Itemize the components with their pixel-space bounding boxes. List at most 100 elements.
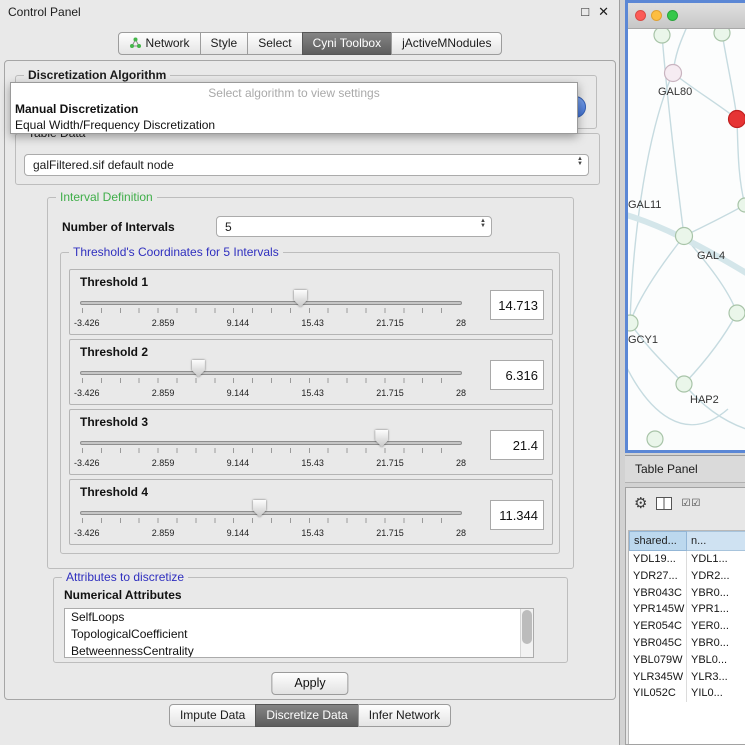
tab-style[interactable]: Style (200, 32, 249, 55)
float-window-icon[interactable]: □ (581, 4, 589, 20)
slider-handle[interactable] (294, 290, 307, 307)
slider-ticks (82, 518, 460, 523)
table-row[interactable]: YBR045C YBR0... (629, 635, 745, 652)
minimize-traffic-icon[interactable] (651, 10, 662, 21)
threshold-2-slider[interactable] (80, 358, 462, 386)
table-row[interactable]: YPR145W YPR1... (629, 601, 745, 618)
table-row[interactable]: YBR043C YBR0... (629, 585, 745, 602)
table-row[interactable]: YIL052C YIL0... (629, 685, 745, 702)
network-canvas[interactable]: GAL80 GAL11 GAL4 GCY1 HAP2 (628, 29, 745, 450)
table-row[interactable]: YDR27... YDR2... (629, 568, 745, 585)
network-window-titlebar (628, 3, 745, 29)
number-of-intervals-combobox[interactable]: 5 ▲▼ (216, 216, 492, 237)
node-label-gcy1[interactable]: GCY1 (628, 334, 658, 346)
table-data-combobox[interactable]: galFiltered.sif default node ▲▼ (24, 154, 589, 176)
checkbox-icons[interactable]: ☑☑ (681, 498, 701, 509)
numerical-attributes-title: Numerical Attributes (64, 588, 182, 602)
slider-tick-labels: -3.4262.8599.14415.4321.71528 (74, 318, 466, 328)
tab-jactivemodules[interactable]: jActiveMNodules (391, 32, 502, 55)
list-item[interactable]: BetweennessCentrality (65, 643, 520, 658)
threshold-2-label: Threshold 2 (80, 345, 148, 359)
table-panel-window: ⚙ ☑☑ shared... n... YDL19... YDL1... (625, 487, 745, 745)
node-label-gal80[interactable]: GAL80 (658, 86, 692, 98)
scrollbar-thumb[interactable] (522, 610, 532, 644)
network-node-hap2[interactable] (676, 376, 692, 392)
column-header-name[interactable]: n... (687, 531, 745, 551)
slider-track[interactable] (80, 301, 462, 305)
tab-select-label: Select (258, 36, 291, 50)
columns-icon[interactable] (656, 497, 672, 510)
close-traffic-icon[interactable] (635, 10, 646, 21)
tick-label: 2.859 (152, 318, 175, 328)
threshold-3-slider[interactable] (80, 428, 462, 456)
threshold-2-value-input[interactable] (490, 360, 544, 390)
apply-button[interactable]: Apply (271, 672, 348, 695)
table-row[interactable]: YER054C YER0... (629, 618, 745, 635)
algorithm-option-equal-width[interactable]: Equal Width/Frequency Discretization (11, 117, 577, 133)
table-toolbar: ⚙ ☑☑ (626, 488, 745, 518)
network-node[interactable] (714, 29, 730, 41)
tick-label: -3.426 (74, 388, 100, 398)
close-window-icon[interactable]: ✕ (598, 4, 609, 20)
algorithm-dropdown-popup: Select algorithm to view settings Manual… (10, 82, 578, 134)
threshold-4-panel: Threshold 4 -3.4262.8599.14415.4321.7152… (69, 479, 553, 545)
node-label-gal11[interactable]: GAL11 (628, 199, 661, 211)
network-node-gcy1[interactable] (628, 315, 638, 331)
tick-label: -3.426 (74, 528, 100, 538)
selected-red-node[interactable] (729, 111, 745, 128)
slider-track[interactable] (80, 371, 462, 375)
tab-network[interactable]: Network (118, 32, 201, 55)
slider-track[interactable] (80, 441, 462, 445)
list-item[interactable]: SelfLoops (65, 609, 520, 626)
table-row[interactable]: YLR345W YLR3... (629, 669, 745, 686)
tick-label: 15.43 (301, 318, 324, 328)
number-of-intervals-label: Number of Intervals (62, 220, 175, 234)
network-node[interactable] (738, 198, 745, 212)
threshold-4-label: Threshold 4 (80, 485, 148, 499)
table-cell: YPR145W (629, 601, 687, 618)
threshold-1-panel: Threshold 1 -3.4262.8599.14415.4321.7152… (69, 269, 553, 335)
node-label-hap2[interactable]: HAP2 (690, 394, 719, 406)
tab-infer-network-label: Infer Network (369, 708, 440, 722)
tick-label: 2.859 (152, 458, 175, 468)
tab-cyni-toolbox[interactable]: Cyni Toolbox (302, 32, 392, 55)
table-panel-header: Table Panel (625, 455, 745, 483)
network-node[interactable] (729, 305, 745, 321)
app-root: Control Panel □ ✕ Network (0, 0, 745, 745)
tick-label: 21.715 (376, 388, 404, 398)
threshold-4-slider[interactable] (80, 498, 462, 526)
tab-impute-data[interactable]: Impute Data (169, 704, 256, 727)
tab-select[interactable]: Select (247, 32, 302, 55)
tick-label: -3.426 (74, 458, 100, 468)
network-node[interactable] (654, 29, 670, 43)
chevron-updown-icon: ▲▼ (577, 157, 583, 167)
table-cell: YDR27... (629, 568, 687, 585)
threshold-1-value-input[interactable] (490, 290, 544, 320)
slider-handle[interactable] (192, 360, 205, 377)
threshold-1-slider[interactable] (80, 288, 462, 316)
threshold-3-panel: Threshold 3 -3.4262.8599.14415.4321.7152… (69, 409, 553, 475)
table-data-group: Table Data galFiltered.sif default node … (15, 133, 600, 185)
table-row[interactable]: YDL19... YDL1... (629, 551, 745, 568)
list-scrollbar[interactable] (520, 609, 533, 657)
threshold-2-panel: Threshold 2 -3.4262.8599.14415.4321.7152… (69, 339, 553, 405)
gear-icon[interactable]: ⚙ (634, 494, 647, 512)
algorithm-option-manual[interactable]: Manual Discretization (11, 101, 577, 117)
threshold-4-value-input[interactable] (490, 500, 544, 530)
network-node-gal80[interactable] (665, 65, 682, 82)
slider-track[interactable] (80, 511, 462, 515)
tab-discretize-data[interactable]: Discretize Data (255, 704, 358, 727)
table-row[interactable]: YBL079W YBL0... (629, 652, 745, 669)
threshold-3-value-input[interactable] (490, 430, 544, 460)
column-header-shared[interactable]: shared... (629, 531, 687, 551)
network-node[interactable] (647, 431, 663, 447)
list-item[interactable]: TopologicalCoefficient (65, 626, 520, 643)
tick-label: 15.43 (301, 458, 324, 468)
node-label-gal4[interactable]: GAL4 (697, 250, 725, 262)
zoom-traffic-icon[interactable] (667, 10, 678, 21)
network-node-gal4[interactable] (676, 228, 693, 245)
slider-handle[interactable] (253, 500, 266, 517)
slider-handle[interactable] (375, 430, 388, 447)
tab-infer-network[interactable]: Infer Network (358, 704, 451, 727)
tab-discretize-data-label: Discretize Data (266, 708, 347, 722)
